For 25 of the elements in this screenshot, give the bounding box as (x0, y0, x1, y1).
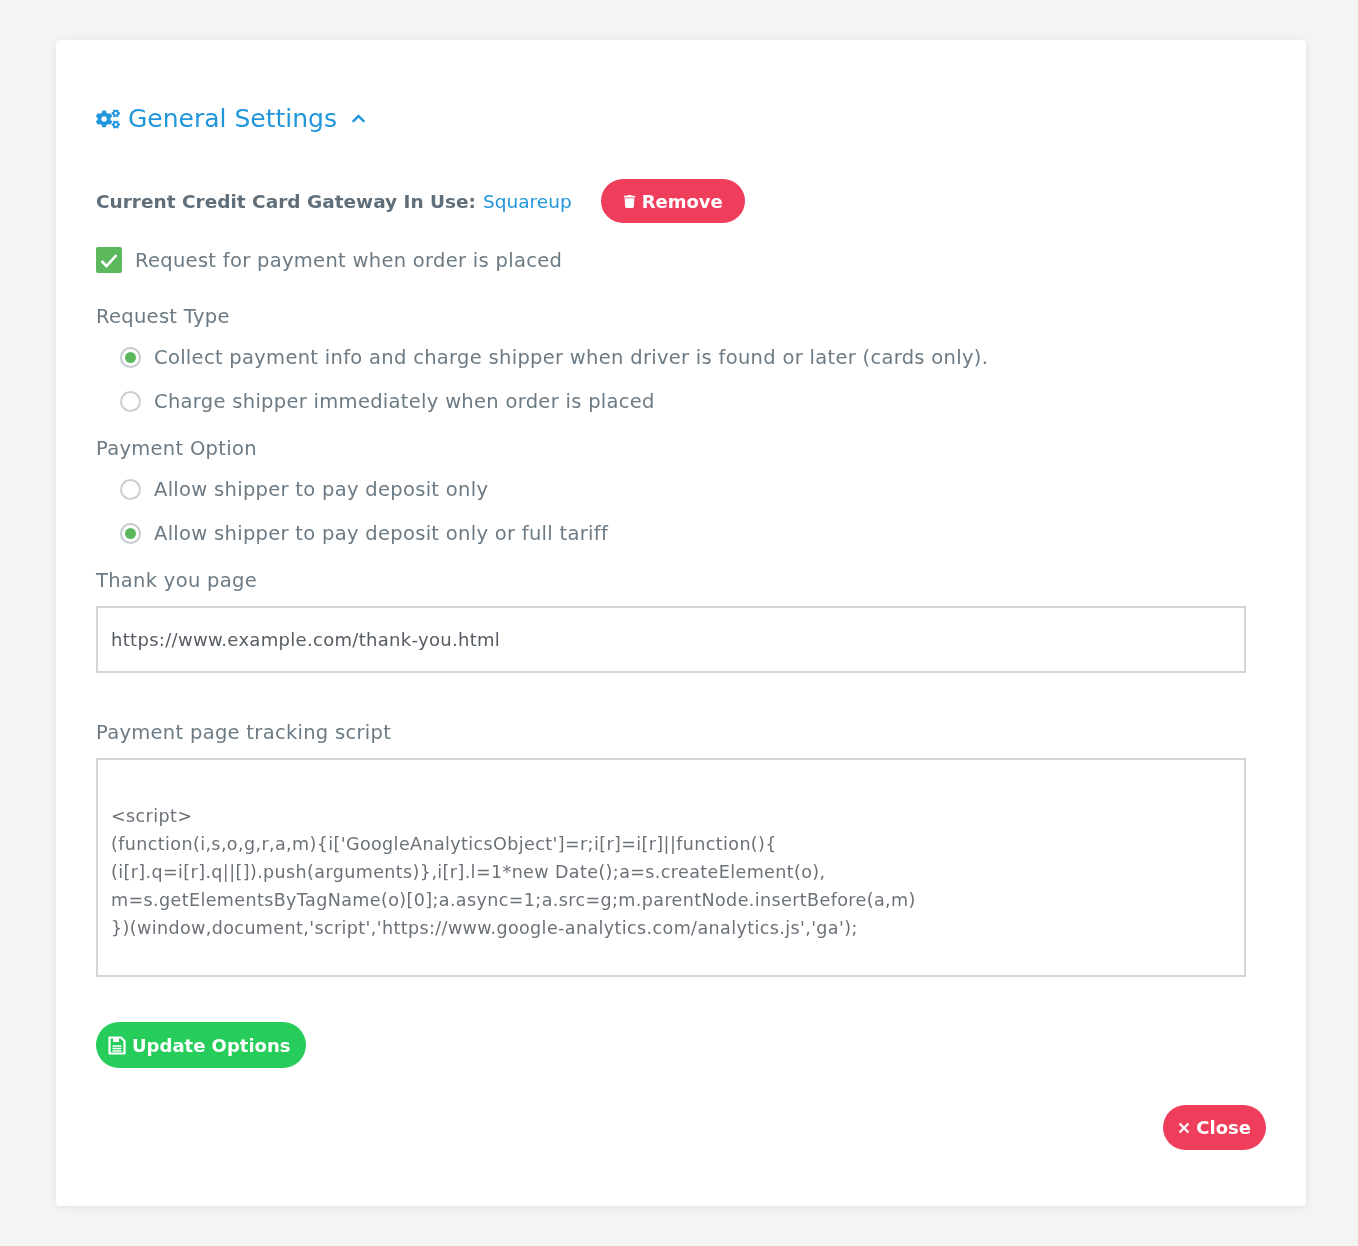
trash-icon (622, 194, 636, 208)
close-icon (1178, 1121, 1191, 1134)
group-label: Payment Option (96, 437, 258, 460)
radio-label[interactable]: Collect payment info and charge shipper when driver is found or later (cards only). (154, 346, 989, 369)
radio-button[interactable] (120, 523, 141, 544)
checkbox[interactable] (96, 247, 122, 273)
gateway-link[interactable]: Squareup (483, 190, 572, 212)
radio-label[interactable]: Allow shipper to pay deposit only (154, 478, 489, 501)
radio-button[interactable] (120, 391, 141, 412)
script-text-field[interactable]: <script> (function(i,s,o,g,r,a,m){i['GoogleAnalyticsObject']=r;i[r]=i[r]||function(){ (i[r].q=i[r].q||[]).push(arguments)},i[r].l=1*new Date();a=s.createElement(o), m=s.getElementsByTagName(o)[0];a.async=1;a.src=g;m.parentNode.insertBefore(a,m) })(window,document,'script','https://www.google-analytics.com/analytics.js','ga'); (96, 758, 1246, 977)
section-title[interactable]: General Settings (128, 104, 337, 133)
gateway-label: Current Credit Card Gateway In Use: (96, 190, 477, 212)
remove-button[interactable]: Remove (600, 179, 745, 223)
radio-button[interactable] (120, 479, 141, 500)
field-label: Thank you page (96, 569, 258, 592)
checkbox-label[interactable]: Request for payment when order is placed (135, 248, 563, 272)
field-label: Payment page tracking script (96, 721, 393, 744)
radio-label[interactable]: Charge shipper immediately when order is placed (154, 390, 655, 413)
radio-button[interactable] (120, 347, 141, 368)
settings-icon (96, 106, 120, 131)
checkmark-icon (100, 252, 118, 268)
url-input-field[interactable]: https://www.example.com/thank-you.html (96, 606, 1246, 673)
group-label: Request Type (96, 305, 231, 328)
close-button[interactable]: Close (1163, 1105, 1266, 1150)
radio-label[interactable]: Allow shipper to pay deposit only or full tariff (154, 522, 609, 545)
